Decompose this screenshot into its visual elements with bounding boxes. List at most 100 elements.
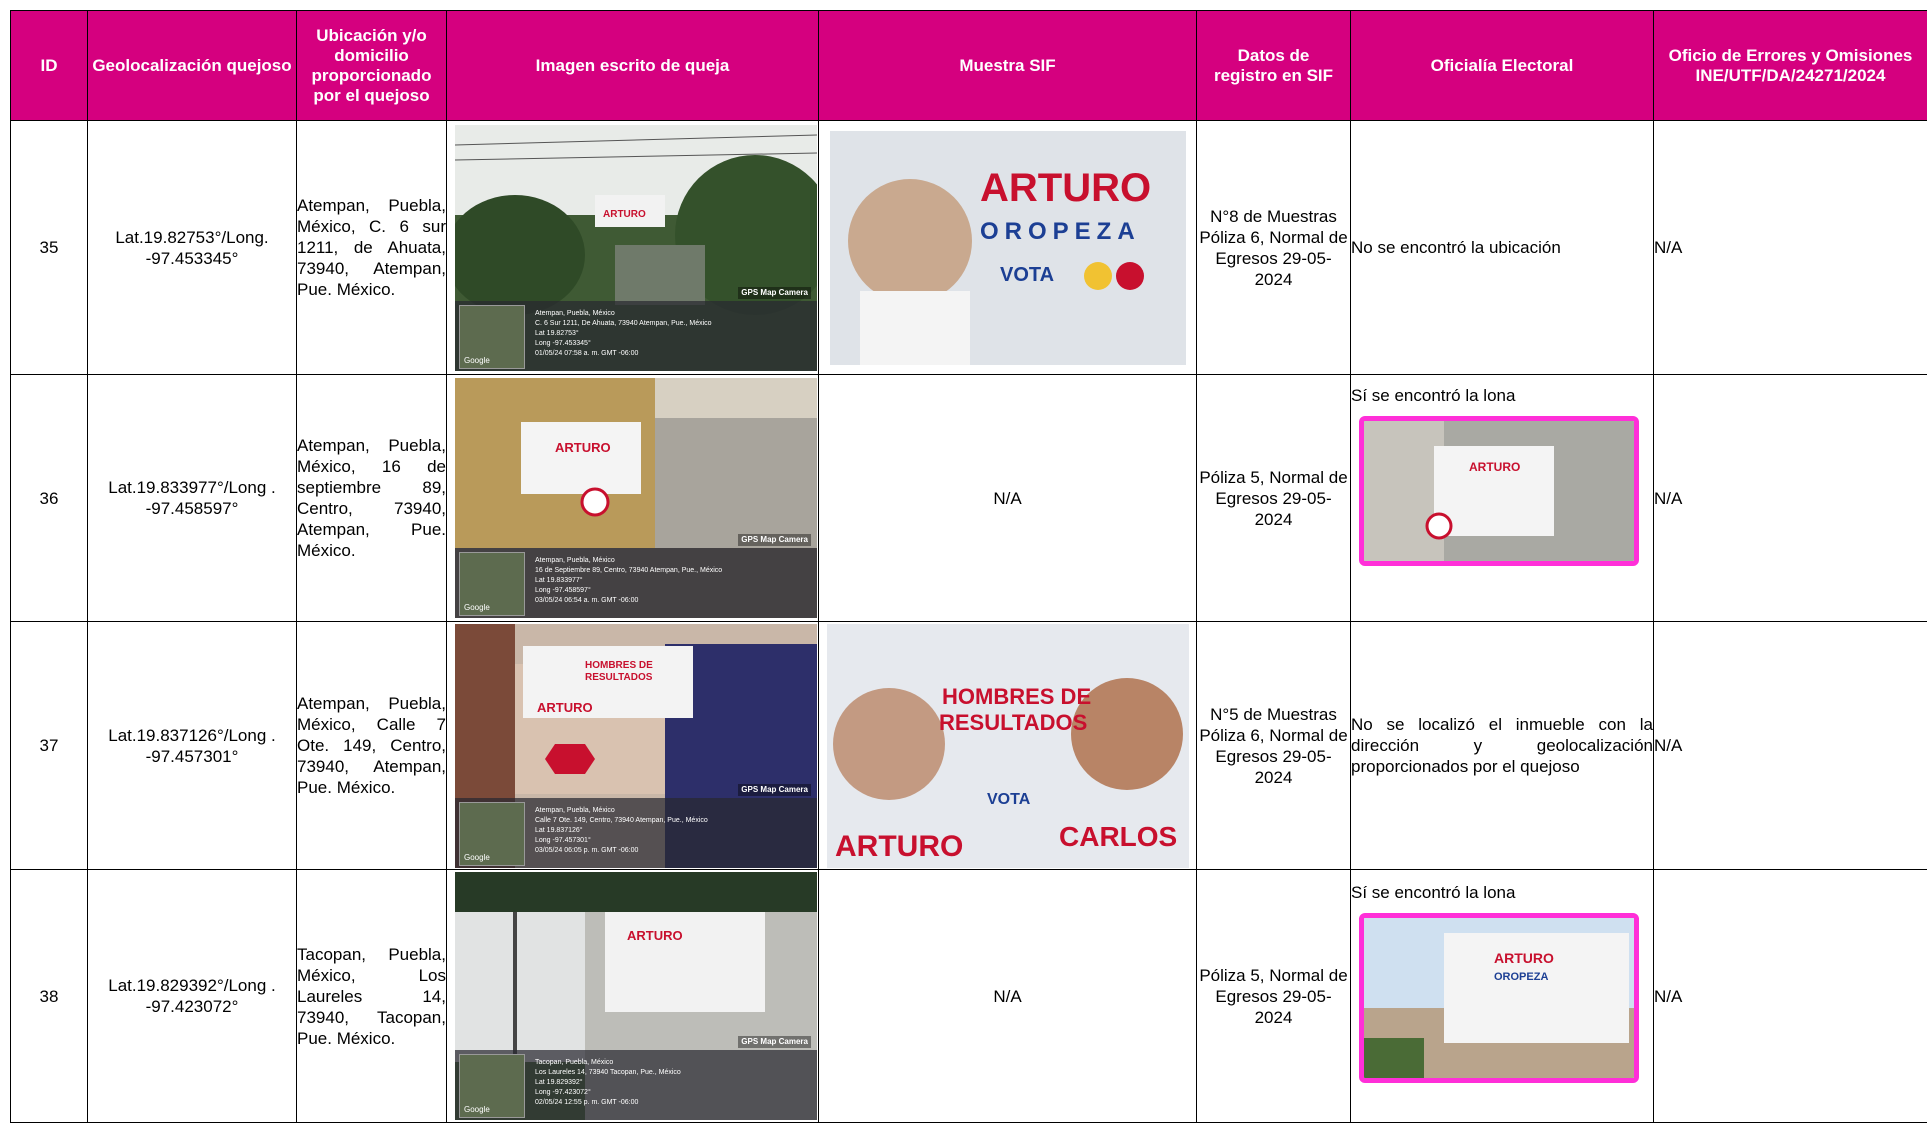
row-address: Tacopan, Puebla, México, Los Laureles 14… [297,870,447,1123]
row-geolocation: Lat.19.833977°/Long . -97.458597° [88,375,297,622]
map-brand: Google [464,853,490,863]
errors-letter-value: N/A [1654,622,1927,870]
svg-text:ARTURO: ARTURO [1469,460,1520,474]
gps-camera-tag: GPS Map Camera [738,1036,811,1048]
sif-sample-cell: HOMBRES DE RESULTADOS VOTA ARTURO CARLOS [819,622,1197,870]
gps-camera-tag: GPS Map Camera [738,784,811,796]
gps-address: Calle 7 Ote. 149, Centro, 73940 Atempan,… [535,816,813,826]
mini-map: Google [459,552,525,616]
sif-sample: N/A [819,870,1197,1123]
sif-banner-photo: ARTURO OROPEZA VOTA [830,131,1186,365]
sif-banner: HOMBRES DE RESULTADOS VOTA ARTURO CARLOS [827,624,1189,868]
banner-name: ARTURO [980,166,1151,210]
row-id: 37 [11,622,88,870]
row-id: 38 [11,870,88,1123]
svg-text:ARTURO: ARTURO [603,209,646,220]
header-errors-letter: Oficio de Errores y Omisiones INE/UTF/DA… [1654,11,1927,121]
gps-lat: Lat 19.833977° [535,576,813,586]
header-row: ID Geolocalización quejoso Ubicación y/o… [11,11,1927,121]
svg-text:ARTURO: ARTURO [555,440,611,455]
gps-address: C. 6 Sur 1211, De Ahuata, 73940 Atempan,… [535,319,813,329]
complaint-photo-cell: HOMBRES DE RESULTADOS ARTURO GPS Map Cam… [447,622,819,870]
mini-map: Google [459,802,525,866]
sif-data: Póliza 5, Normal de Egresos 29-05-2024 [1197,375,1351,622]
svg-text:HOMBRES DE: HOMBRES DE [585,660,653,671]
oficialia-photo: ARTURO [1359,416,1639,566]
svg-text:RESULTADOS: RESULTADOS [585,672,653,683]
gps-place: Atempan, Puebla, México [535,806,813,816]
complaint-photo: ARTURO GPS Map Camera Google Atempan, Pu… [455,125,817,371]
sif-banner: ARTURO OROPEZA VOTA [830,131,1186,365]
errors-letter-value: N/A [1654,121,1927,375]
gps-long: Long -97.457301° [535,836,813,846]
errors-letter-value: N/A [1654,870,1927,1123]
complaint-photo-cell: ARTURO GPS Map Camera Google Atempan, Pu… [447,375,819,622]
map-brand: Google [464,356,490,366]
gps-long: Long -97.458597° [535,586,813,596]
gps-camera-tag: GPS Map Camera [738,287,811,299]
oficialia-photo: ARTURO OROPEZA [1359,913,1639,1083]
sif-banner-photo: HOMBRES DE RESULTADOS VOTA ARTURO CARLOS [827,624,1189,868]
gps-overlay: GPS Map Camera Google Atempan, Puebla, M… [455,798,817,868]
gps-place: Atempan, Puebla, México [535,556,813,566]
row-address: Atempan, Puebla, México, 16 de septiembr… [297,375,447,622]
gps-place: Atempan, Puebla, México [535,309,813,319]
gps-long: Long -97.423072° [535,1088,813,1098]
oficialia-photo-scene: ARTURO OROPEZA [1364,918,1634,1078]
table-row: 37 Lat.19.837126°/Long . -97.457301° Ate… [11,622,1927,870]
gps-datetime: 03/05/24 06:05 p. m. GMT -06:00 [535,846,813,856]
row-geolocation: Lat.19.837126°/Long . -97.457301° [88,622,297,870]
banner-vote: VOTA [1000,264,1054,286]
header-sif-sample: Muestra SIF [819,11,1197,121]
complaint-photo: ARTURO GPS Map Camera Google Tacopan, Pu… [455,872,817,1120]
row-address: Atempan, Puebla, México, C. 6 sur 1211, … [297,121,447,375]
sif-data: N°8 de Muestras Póliza 6, Normal de Egre… [1197,121,1351,375]
banner-vote: VOTA [987,791,1031,808]
header-oficialia: Oficialía Electoral [1351,11,1654,121]
oficialia-cell: Sí se encontró la lona ARTURO [1351,375,1654,622]
table-row: 36 Lat.19.833977°/Long . -97.458597° Ate… [11,375,1927,622]
header-geolocation: Geolocalización quejoso [88,11,297,121]
evidence-table: ID Geolocalización quejoso Ubicación y/o… [10,10,1927,1123]
gps-overlay: GPS Map Camera Google Atempan, Puebla, M… [455,548,817,618]
table-row: 38 Lat.19.829392°/Long . -97.423072° Tac… [11,870,1927,1123]
gps-place: Tacopan, Puebla, México [535,1058,813,1068]
oficialia-result: Sí se encontró la lona [1351,385,1653,406]
sif-sample-cell: ARTURO OROPEZA VOTA [819,121,1197,375]
row-id: 35 [11,121,88,375]
table-row: 35 Lat.19.82753°/Long. -97.453345° Atemp… [11,121,1927,375]
row-geolocation: Lat.19.82753°/Long. -97.453345° [88,121,297,375]
mini-map: Google [459,305,525,369]
oficialia-result: No se encontró la ubicación [1351,121,1654,375]
gps-datetime: 03/05/24 06:54 a. m. GMT -06:00 [535,596,813,606]
banner-title-line1: HOMBRES DE [942,684,1091,709]
complaint-photo: ARTURO GPS Map Camera Google Atempan, Pu… [455,378,817,618]
sif-sample: N/A [819,375,1197,622]
banner-left-name: ARTURO [835,830,963,863]
sif-data: Póliza 5, Normal de Egresos 29-05-2024 [1197,870,1351,1123]
gps-camera-tag: GPS Map Camera [738,534,811,546]
gps-lat: Lat 19.82753° [535,329,813,339]
complaint-photo-cell: ARTURO GPS Map Camera Google Tacopan, Pu… [447,870,819,1123]
banner-right-name: CARLOS [1059,821,1177,852]
gps-overlay: GPS Map Camera Google Tacopan, Puebla, M… [455,1050,817,1120]
oficialia-result: No se localizó el inmueble con la direcc… [1351,622,1654,870]
mini-map: Google [459,1054,525,1118]
errors-letter-value: N/A [1654,375,1927,622]
row-geolocation: Lat.19.829392°/Long . -97.423072° [88,870,297,1123]
gps-address: Los Laureles 14, 73940 Tacopan, Pue., Mé… [535,1068,813,1078]
row-address: Atempan, Puebla, México, Calle 7 Ote. 14… [297,622,447,870]
gps-lat: Lat 19.829392° [535,1078,813,1088]
svg-text:OROPEZA: OROPEZA [1494,971,1548,983]
banner-surname: OROPEZA [980,218,1141,245]
gps-address: 16 de Septiembre 89, Centro, 73940 Atemp… [535,566,813,576]
header-address: Ubicación y/o domicilio proporcionado po… [297,11,447,121]
gps-overlay: GPS Map Camera Google Atempan, Puebla, M… [455,301,817,371]
row-id: 36 [11,375,88,622]
gps-datetime: 02/05/24 12:55 p. m. GMT -06:00 [535,1098,813,1108]
oficialia-cell: Sí se encontró la lona ARTURO OROPEZA [1351,870,1654,1123]
svg-text:ARTURO: ARTURO [537,700,593,715]
complaint-photo-cell: ARTURO GPS Map Camera Google Atempan, Pu… [447,121,819,375]
banner-title-line2: RESULTADOS [939,710,1087,735]
gps-datetime: 01/05/24 07:58 a. m. GMT -06:00 [535,349,813,359]
